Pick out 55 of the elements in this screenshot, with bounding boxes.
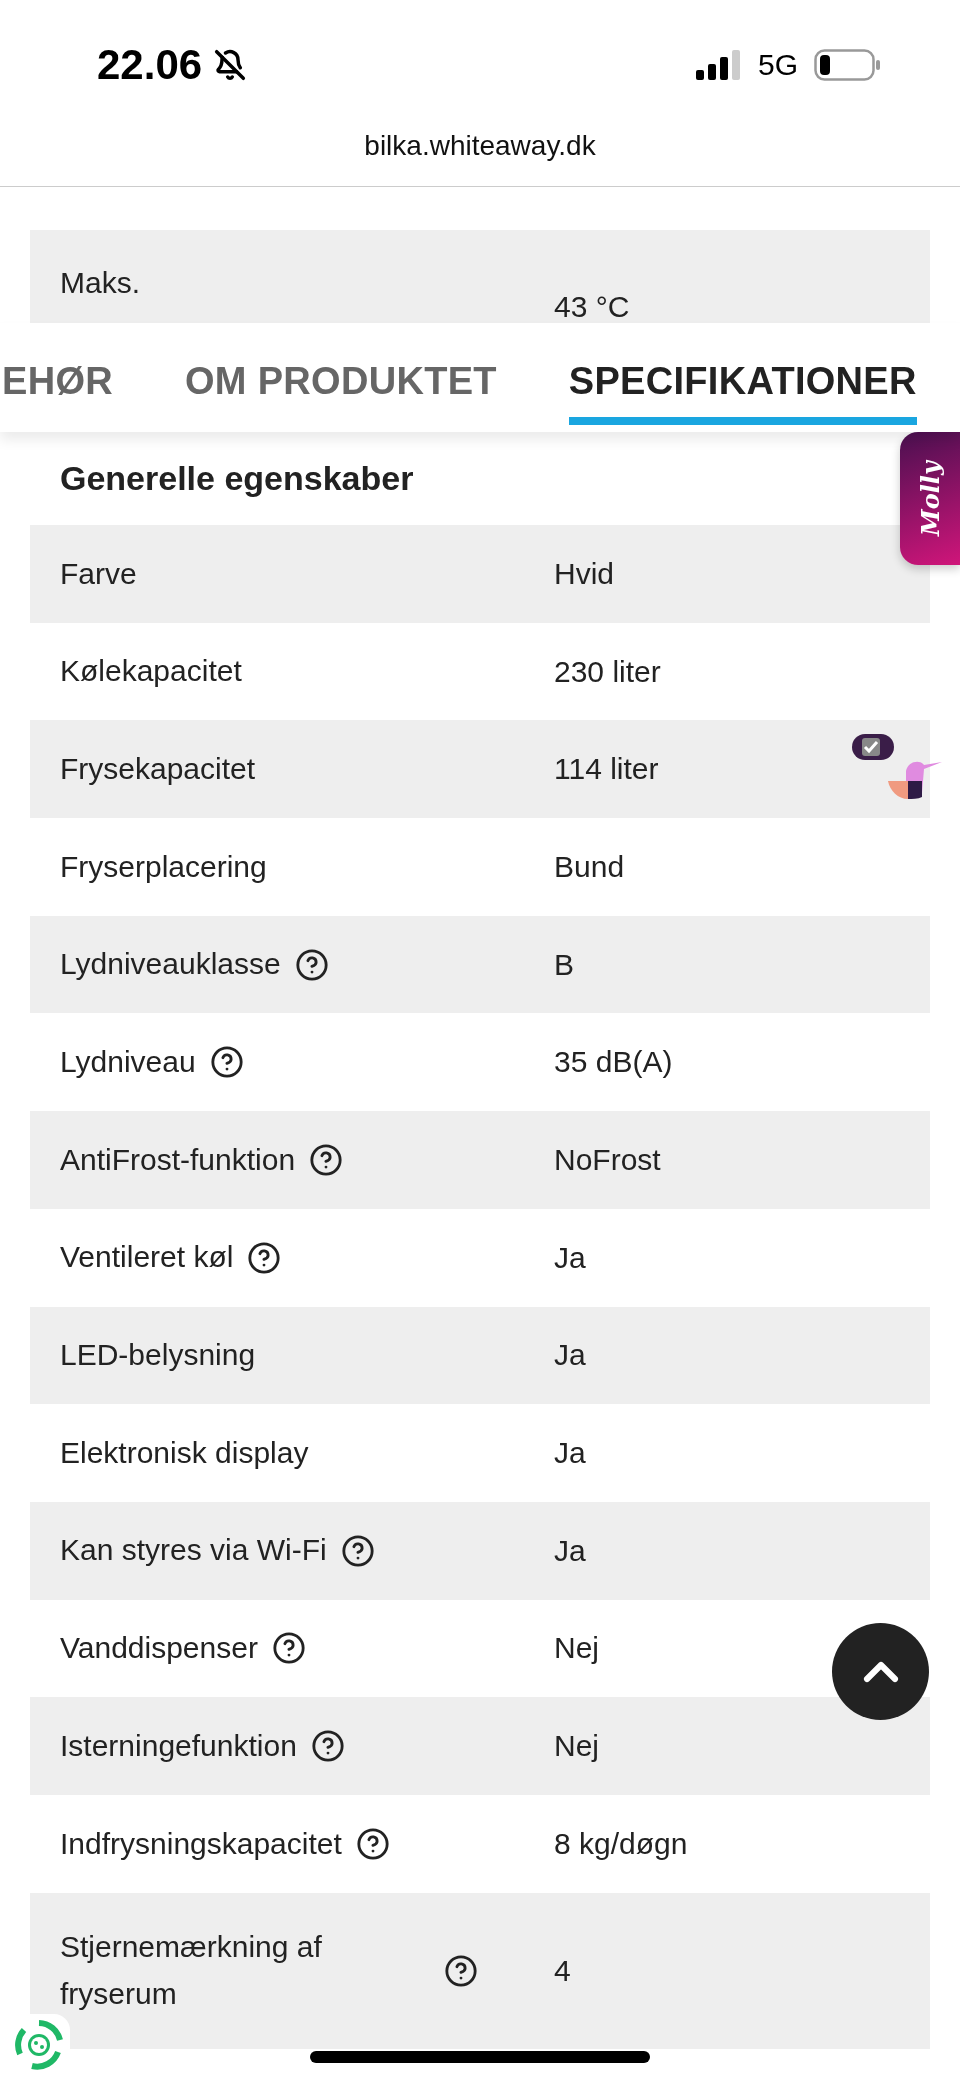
spec-value: NoFrost <box>554 1142 662 1177</box>
spec-value: Nej <box>554 1631 600 1666</box>
spec-label: Kan styres via Wi-Fi <box>60 1532 327 1569</box>
spec-value: 114 liter <box>554 752 660 787</box>
spec-label: Vanddispenser <box>60 1630 258 1667</box>
help-icon[interactable] <box>355 1826 390 1861</box>
section-heading: Generelle egenskaber <box>60 459 414 498</box>
help-icon[interactable] <box>309 1142 344 1177</box>
help-icon[interactable] <box>271 1631 306 1666</box>
tab[interactable]: SPECIFIKATIONER <box>568 348 917 425</box>
spec-label: Indfrysningskapacitet <box>60 1825 342 1862</box>
signal-icon <box>695 50 742 80</box>
spec-label: Stjernemærkning af fryserum <box>60 1929 323 2012</box>
battery-icon <box>814 49 880 81</box>
help-icon[interactable] <box>310 1729 345 1764</box>
bell-off-icon <box>214 49 247 81</box>
spec-label: Ventileret køl <box>60 1239 234 1276</box>
spec-label: AntiFrost-funktion <box>60 1141 296 1178</box>
help-icon[interactable] <box>340 1533 375 1568</box>
spec-value: Ja <box>554 1338 587 1373</box>
spec-value: Bund <box>554 849 626 884</box>
help-icon[interactable] <box>209 1045 244 1080</box>
spec-value: Nej <box>554 1729 600 1764</box>
network-type: 5G <box>757 48 798 82</box>
help-icon[interactable] <box>444 1953 478 1988</box>
spec-value: 8 kg/døgn <box>554 1826 689 1861</box>
spec-value: Ja <box>554 1240 587 1275</box>
spec-label: LED-belysning <box>60 1337 256 1374</box>
spec-label: Lydniveauklasse <box>60 946 281 983</box>
spec-label: Fryserplacering <box>60 848 267 885</box>
help-icon[interactable] <box>247 1240 282 1275</box>
spec-value: 43 °C <box>554 290 630 324</box>
spec-value: Ja <box>554 1533 587 1568</box>
tab[interactable]: EHØR <box>2 348 113 425</box>
spec-label: Frysekapacitet <box>60 750 256 787</box>
spec-value: 230 liter <box>554 654 662 689</box>
spec-label: Elektronisk display <box>60 1434 309 1471</box>
tab[interactable]: OM PRODUKTET <box>185 348 497 425</box>
url-text: bilka.whiteaway.dk <box>364 130 596 162</box>
spec-label: Lydniveau <box>60 1044 196 1081</box>
recycle-icon <box>12 2018 66 2072</box>
spec-value: Ja <box>554 1436 587 1471</box>
chat-tab-label: Molly <box>915 461 945 536</box>
spec-label: Kølekapacitet <box>60 653 242 690</box>
address-bar[interactable]: bilka.whiteaway.dk <box>0 130 960 187</box>
spec-value: Hvid <box>554 556 615 591</box>
spec-value: 35 dB(A) <box>554 1045 674 1080</box>
spec-label: Isterningefunktion <box>60 1727 297 1764</box>
chat-tab[interactable]: Molly <box>900 432 960 565</box>
clock-time: 22.06 <box>97 41 203 89</box>
spec-label: Farve <box>60 555 137 592</box>
spec-value: B <box>554 947 575 982</box>
spec-label: Maks. <box>60 266 140 300</box>
spec-value: 4 <box>554 1953 572 1988</box>
help-icon[interactable] <box>294 947 329 982</box>
